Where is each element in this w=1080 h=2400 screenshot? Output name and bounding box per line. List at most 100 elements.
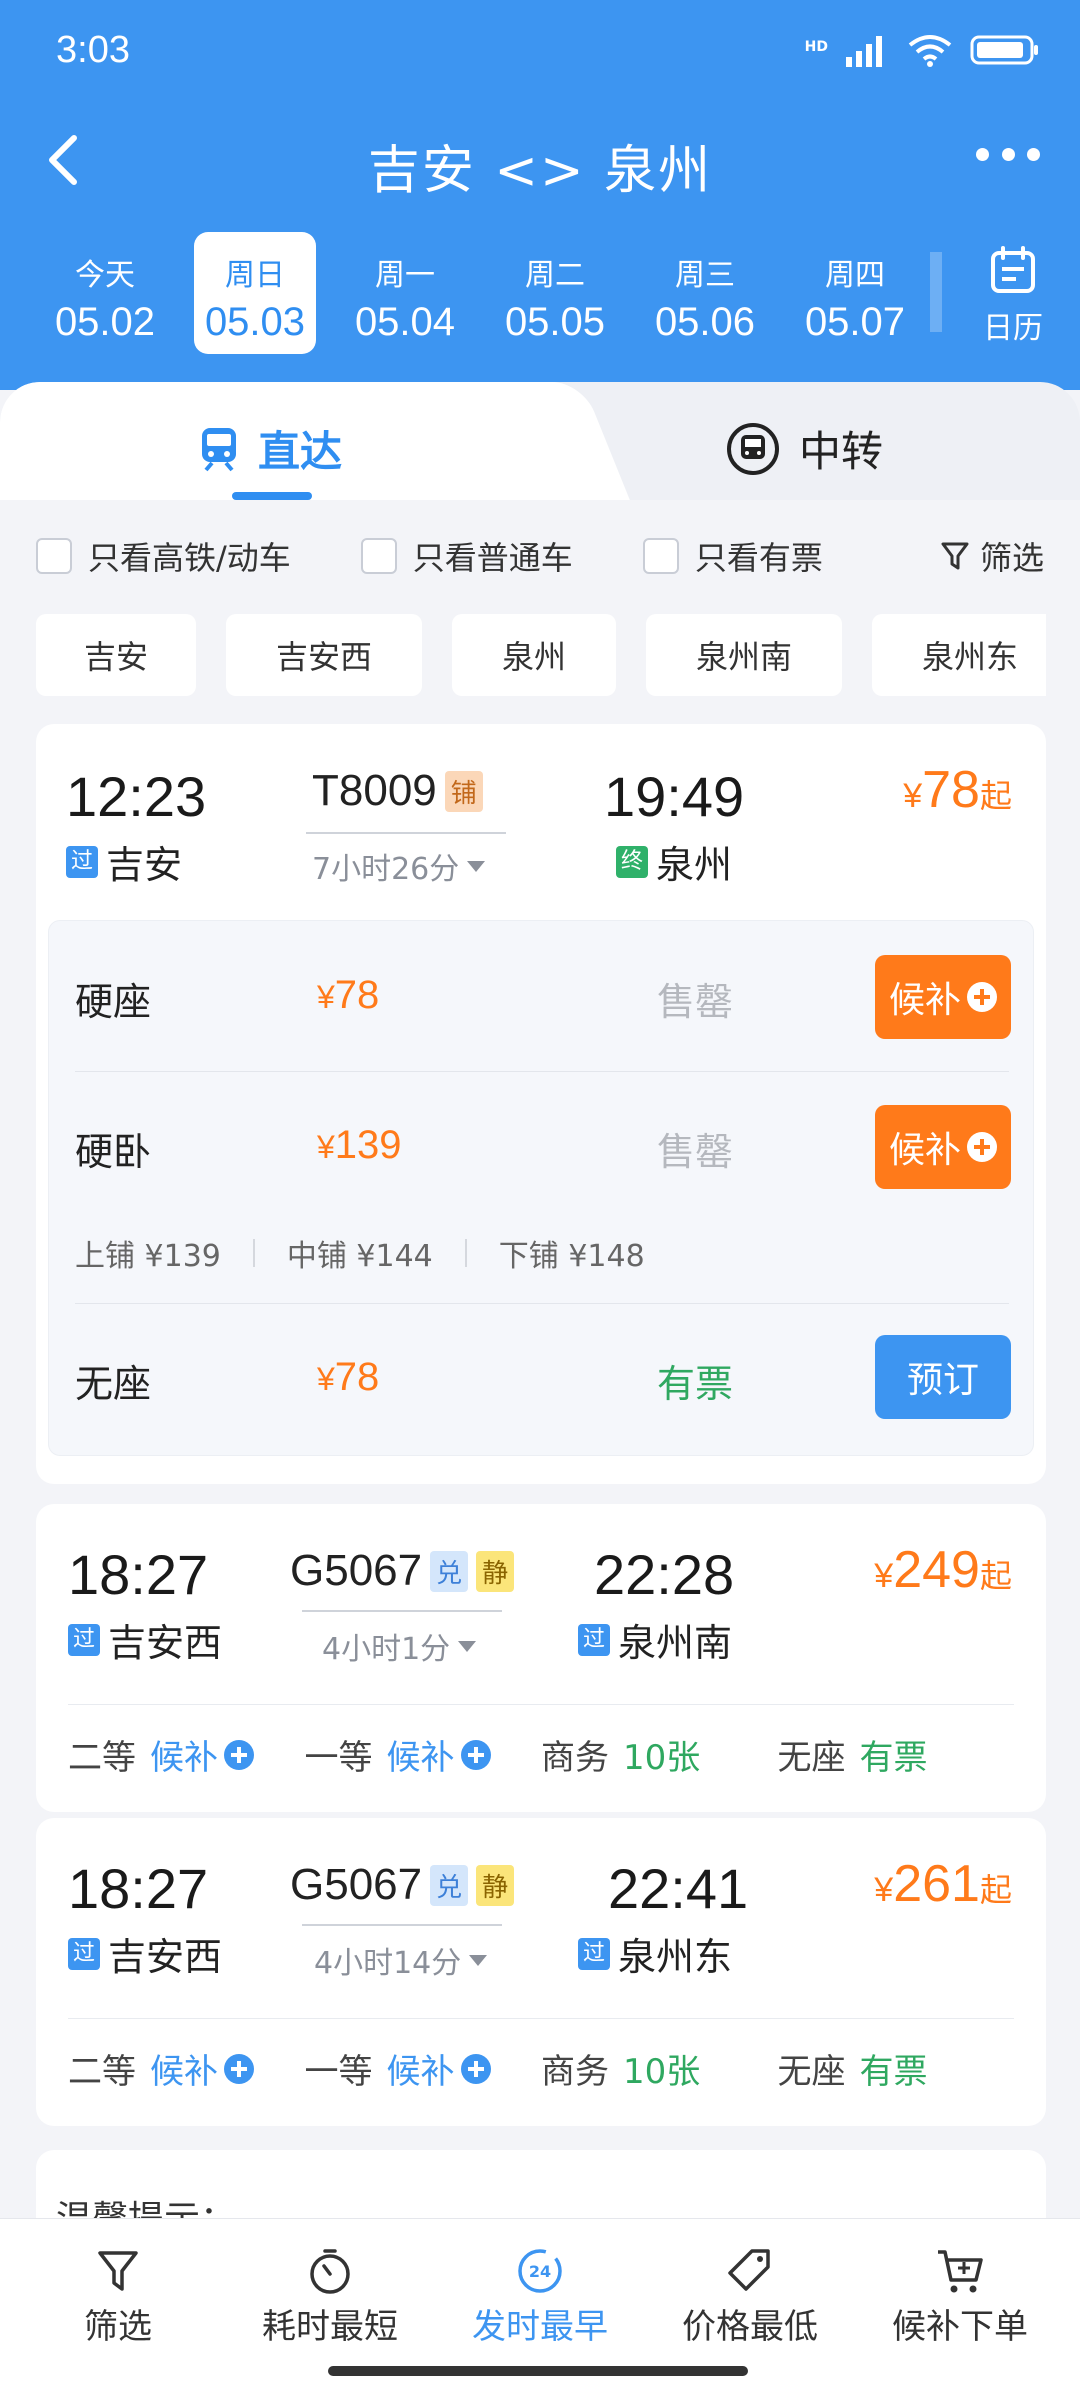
waitlist-order[interactable]: 候补下单: [860, 2243, 1060, 2348]
date-value: 05.04: [354, 300, 456, 344]
class-name: 商务: [541, 1738, 609, 1778]
sort-label: 耗时最短: [262, 2307, 398, 2347]
class-status: 候补: [150, 1738, 218, 1778]
duration[interactable]: 7小时26分: [312, 844, 486, 888]
arrival-time: 22:41: [608, 1857, 749, 1920]
plus-icon: [460, 2053, 491, 2084]
class-no-seat[interactable]: 无座 有票: [778, 2044, 1015, 2093]
date-item-1-selected[interactable]: 周日 05.03: [194, 232, 316, 354]
date-item-4[interactable]: 周三 05.06: [630, 232, 780, 354]
cart-plus-icon: [938, 2250, 983, 2293]
waitlist-button[interactable]: 候补: [875, 1105, 1011, 1189]
train-number: T8009 铺: [312, 766, 483, 816]
class-name: 二等: [68, 1738, 136, 1778]
seat-name: 硬卧: [75, 1130, 152, 1174]
calendar-icon: [991, 246, 1035, 293]
class-first[interactable]: 一等 候补: [305, 2044, 542, 2093]
departure-station-name: 吉安: [106, 843, 183, 887]
arrival-station-name: 泉州南: [618, 1621, 733, 1665]
price-value: 78: [922, 761, 980, 819]
seat-price: ¥78: [317, 973, 380, 1017]
station-chip[interactable]: 泉州: [452, 614, 616, 696]
calendar-label: 日历: [983, 311, 1043, 346]
tab-transfer[interactable]: 中转: [725, 418, 883, 479]
date-value: 05.07: [804, 300, 906, 344]
checkbox-normal-train[interactable]: 只看普通车: [360, 533, 573, 579]
class-second[interactable]: 二等 候补: [68, 1730, 305, 1779]
date-value: 05.05: [504, 300, 606, 344]
train-card-t8009[interactable]: 12:23 过 吉安 T8009 铺 7小时26分 19:49 终 泉州 ¥78…: [36, 724, 1046, 1484]
seat-status: 售罄: [657, 980, 734, 1024]
class-first[interactable]: 一等 候补: [305, 1730, 542, 1779]
date-item-5[interactable]: 周四 05.07: [780, 232, 930, 354]
sort-earliest-active[interactable]: 24 发时最早: [440, 2243, 640, 2348]
station-chip[interactable]: 泉州南: [646, 614, 842, 696]
arrival-time: 22:28: [594, 1543, 735, 1606]
chevron-down-icon: [458, 1640, 477, 1652]
date-strip: 今天 05.02 周日 05.03 周一 05.04 周二 05.05 周三 0…: [30, 232, 1080, 354]
checkbox-box: [642, 538, 679, 574]
station-chip[interactable]: 泉州东: [872, 614, 1046, 696]
date-item-2[interactable]: 周一 05.04: [330, 232, 480, 354]
filter-icon: [98, 2251, 138, 2291]
tab-transfer-label: 中转: [799, 427, 884, 476]
class-status: 有票: [859, 1738, 928, 1778]
date-weekday: 周二: [525, 258, 585, 293]
pass-tag: 过: [68, 1623, 100, 1656]
class-business[interactable]: 商务 10张: [541, 1730, 778, 1779]
arrival-station: 过 泉州南: [578, 1612, 732, 1667]
train-card-g5067-1[interactable]: 18:27 过 吉安西 G5067 兑 静 4小时1分 22:28 过 泉州南 …: [36, 1504, 1046, 1812]
checkbox-high-speed[interactable]: 只看高铁/动车: [36, 533, 291, 579]
date-weekday: 周四: [825, 258, 885, 293]
duration-text: 4小时1分: [322, 1632, 451, 1667]
nav-bar: 吉安 <> 泉州: [0, 110, 1080, 210]
train-card-g5067-2[interactable]: 18:27 过 吉安西 G5067 兑 静 4小时14分 22:41 过 泉州东…: [36, 1818, 1046, 2126]
sort-shortest[interactable]: 耗时最短: [230, 2243, 430, 2348]
departure-station: 过 吉安: [66, 834, 182, 889]
seat-name: 硬座: [75, 980, 152, 1024]
station-chip[interactable]: 吉安: [36, 614, 196, 696]
seat-status: 有票: [657, 1362, 734, 1406]
filter-button[interactable]: 筛选: [940, 533, 1044, 579]
book-button[interactable]: 预订: [875, 1335, 1011, 1419]
class-no-seat[interactable]: 无座 有票: [778, 1730, 1015, 1779]
station-chips: 吉安 吉安西 泉州 泉州南 泉州东: [36, 614, 1046, 696]
checkbox-available-only[interactable]: 只看有票: [642, 533, 823, 579]
price-from: 起: [979, 1557, 1012, 1595]
sort-cheapest[interactable]: 价格最低: [650, 2243, 850, 2348]
duration[interactable]: 4小时14分: [314, 1938, 488, 1982]
tab-direct[interactable]: 直达: [198, 418, 342, 479]
more-icon[interactable]: [976, 148, 1040, 168]
class-business[interactable]: 商务 10张: [541, 2044, 778, 2093]
waitlist-button[interactable]: 候补: [875, 955, 1011, 1039]
class-status: 有票: [859, 2052, 928, 2092]
divider: [68, 2018, 1014, 2019]
station-chip[interactable]: 吉安西: [226, 614, 422, 696]
date-item-3[interactable]: 周二 05.05: [480, 232, 630, 354]
route-tabs: 直达 中转: [0, 382, 1080, 500]
date-item-0[interactable]: 今天 05.02: [30, 232, 180, 354]
class-second[interactable]: 二等 候补: [68, 2044, 305, 2093]
train-number-text: T8009: [312, 766, 437, 815]
redeem-badge: 兑: [430, 1864, 469, 1906]
status-time: 3:03: [56, 28, 130, 71]
sort-filter[interactable]: 筛选: [18, 2243, 218, 2348]
seat-row-hard-seat: 硬座 ¥78 售罄 候补: [49, 921, 1035, 1071]
date-weekday: 周日: [225, 258, 285, 293]
train-number-text: G5067: [290, 1546, 423, 1595]
berth-upper: 上铺 ¥139: [75, 1239, 221, 1274]
duration[interactable]: 4小时1分: [322, 1624, 477, 1668]
class-name: 二等: [68, 2052, 136, 2092]
filter-row: 只看高铁/动车 只看普通车 只看有票 筛选: [36, 528, 1044, 584]
header: 3:03 HD 吉安 <> 泉州 今天 05.02 周日 05.03 周一 05…: [0, 0, 1080, 390]
home-indicator[interactable]: [328, 2366, 748, 2376]
checkbox-label: 只看有票: [694, 539, 823, 577]
arrival-time: 19:49: [604, 765, 745, 828]
price-from: 起: [979, 1871, 1012, 1909]
arrival-station-name: 泉州: [656, 843, 733, 887]
train-icon: [202, 427, 236, 471]
berth-middle: 中铺 ¥144: [286, 1239, 433, 1274]
pass-tag: 过: [578, 1937, 610, 1970]
chevron-down-icon: [467, 860, 486, 872]
calendar-button[interactable]: 日历: [968, 245, 1058, 347]
